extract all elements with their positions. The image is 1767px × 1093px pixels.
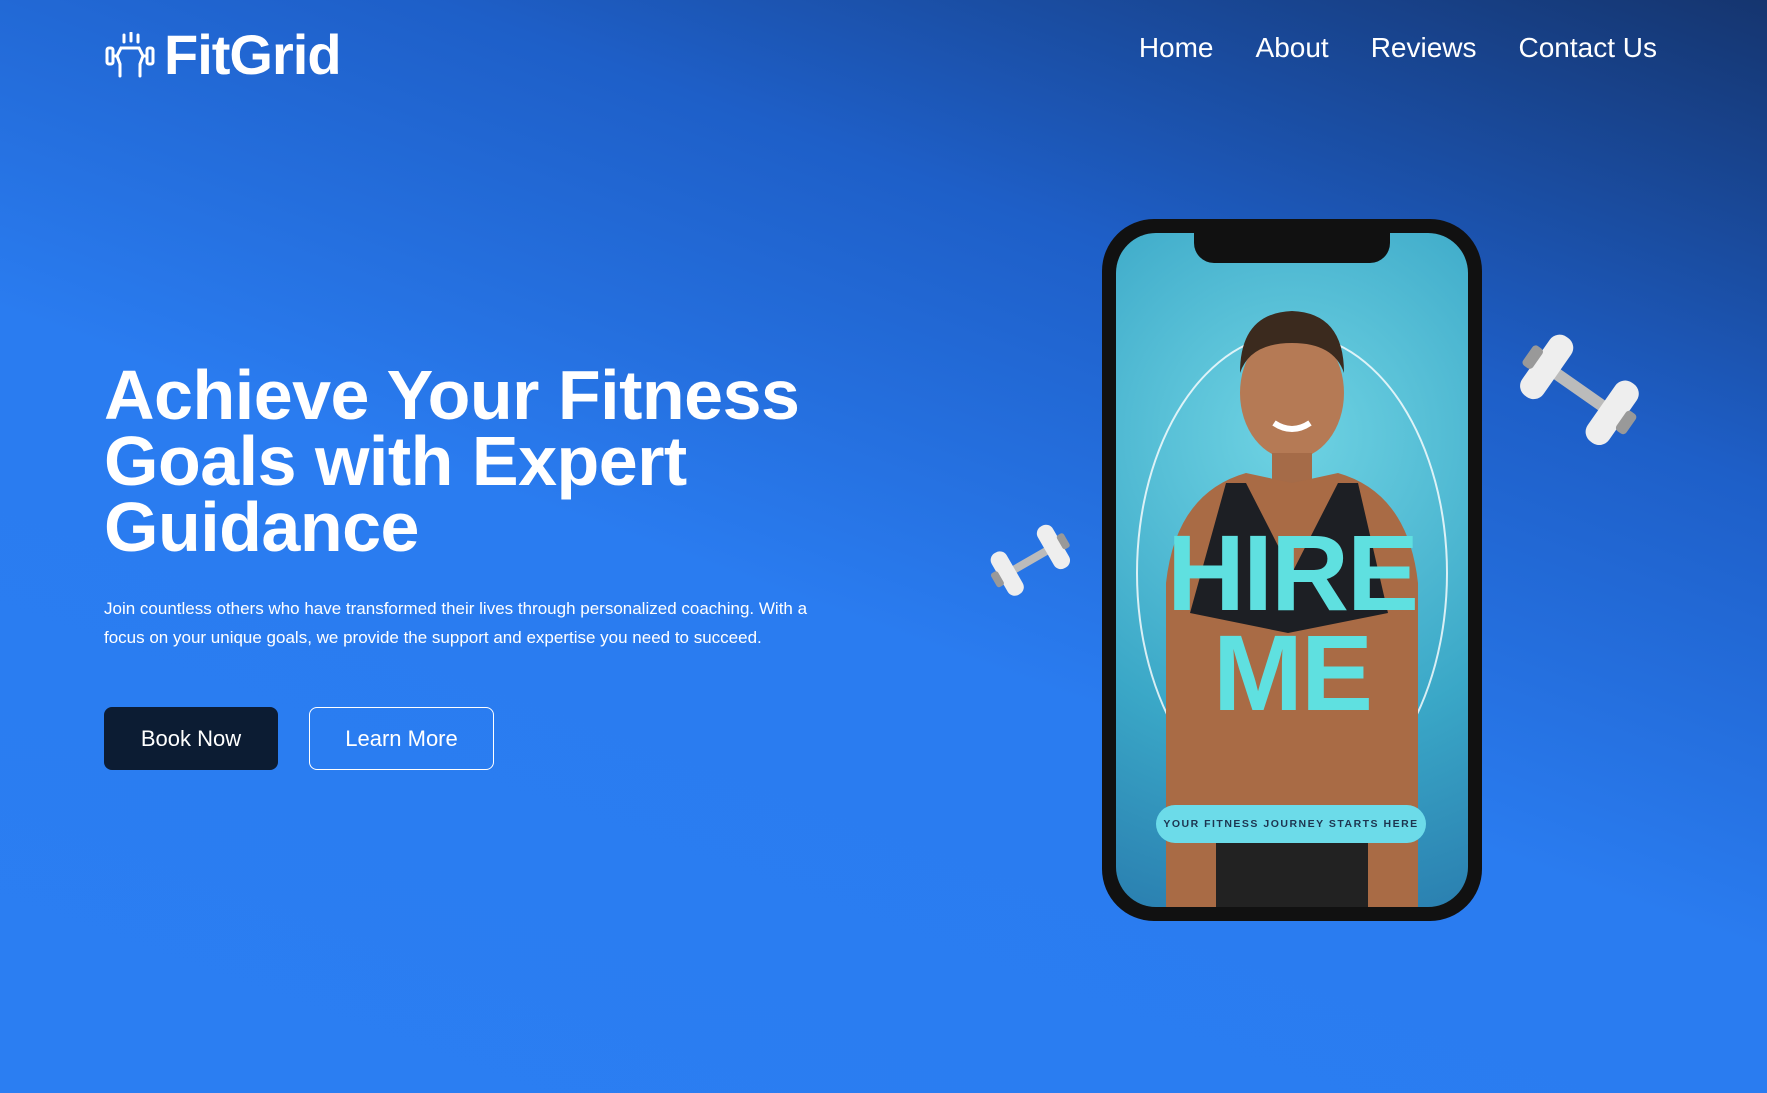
nav-reviews[interactable]: Reviews [1371,32,1477,64]
nav-about[interactable]: About [1256,32,1329,64]
logo[interactable]: FitGrid [104,22,342,87]
dumbbell-icon [990,524,1071,596]
brand-name: FitGrid [164,23,342,86]
dumbbell-icon [1520,334,1639,445]
nav-contact[interactable]: Contact Us [1519,32,1658,64]
phone-screen: HIRE ME YOUR FITNESS JOURNEY STARTS HERE [1116,233,1468,907]
nav-home[interactable]: Home [1139,32,1214,64]
phone-mockup: HIRE ME YOUR FITNESS JOURNEY STARTS HERE [1102,219,1482,921]
learn-more-button[interactable]: Learn More [309,707,494,770]
fist-dumbbell-icon [105,31,155,77]
main-nav: Home About Reviews Contact Us [1139,32,1657,64]
book-now-button[interactable]: Book Now [104,707,278,770]
tagline-pill: YOUR FITNESS JOURNEY STARTS HERE [1156,805,1426,843]
phone-notch [1194,233,1390,263]
hero-description: Join countless others who have transform… [104,599,808,647]
hero-title: Achieve Your Fitness Goals with Expert G… [104,356,800,566]
hire-me-headline: HIRE ME [1166,512,1419,733]
